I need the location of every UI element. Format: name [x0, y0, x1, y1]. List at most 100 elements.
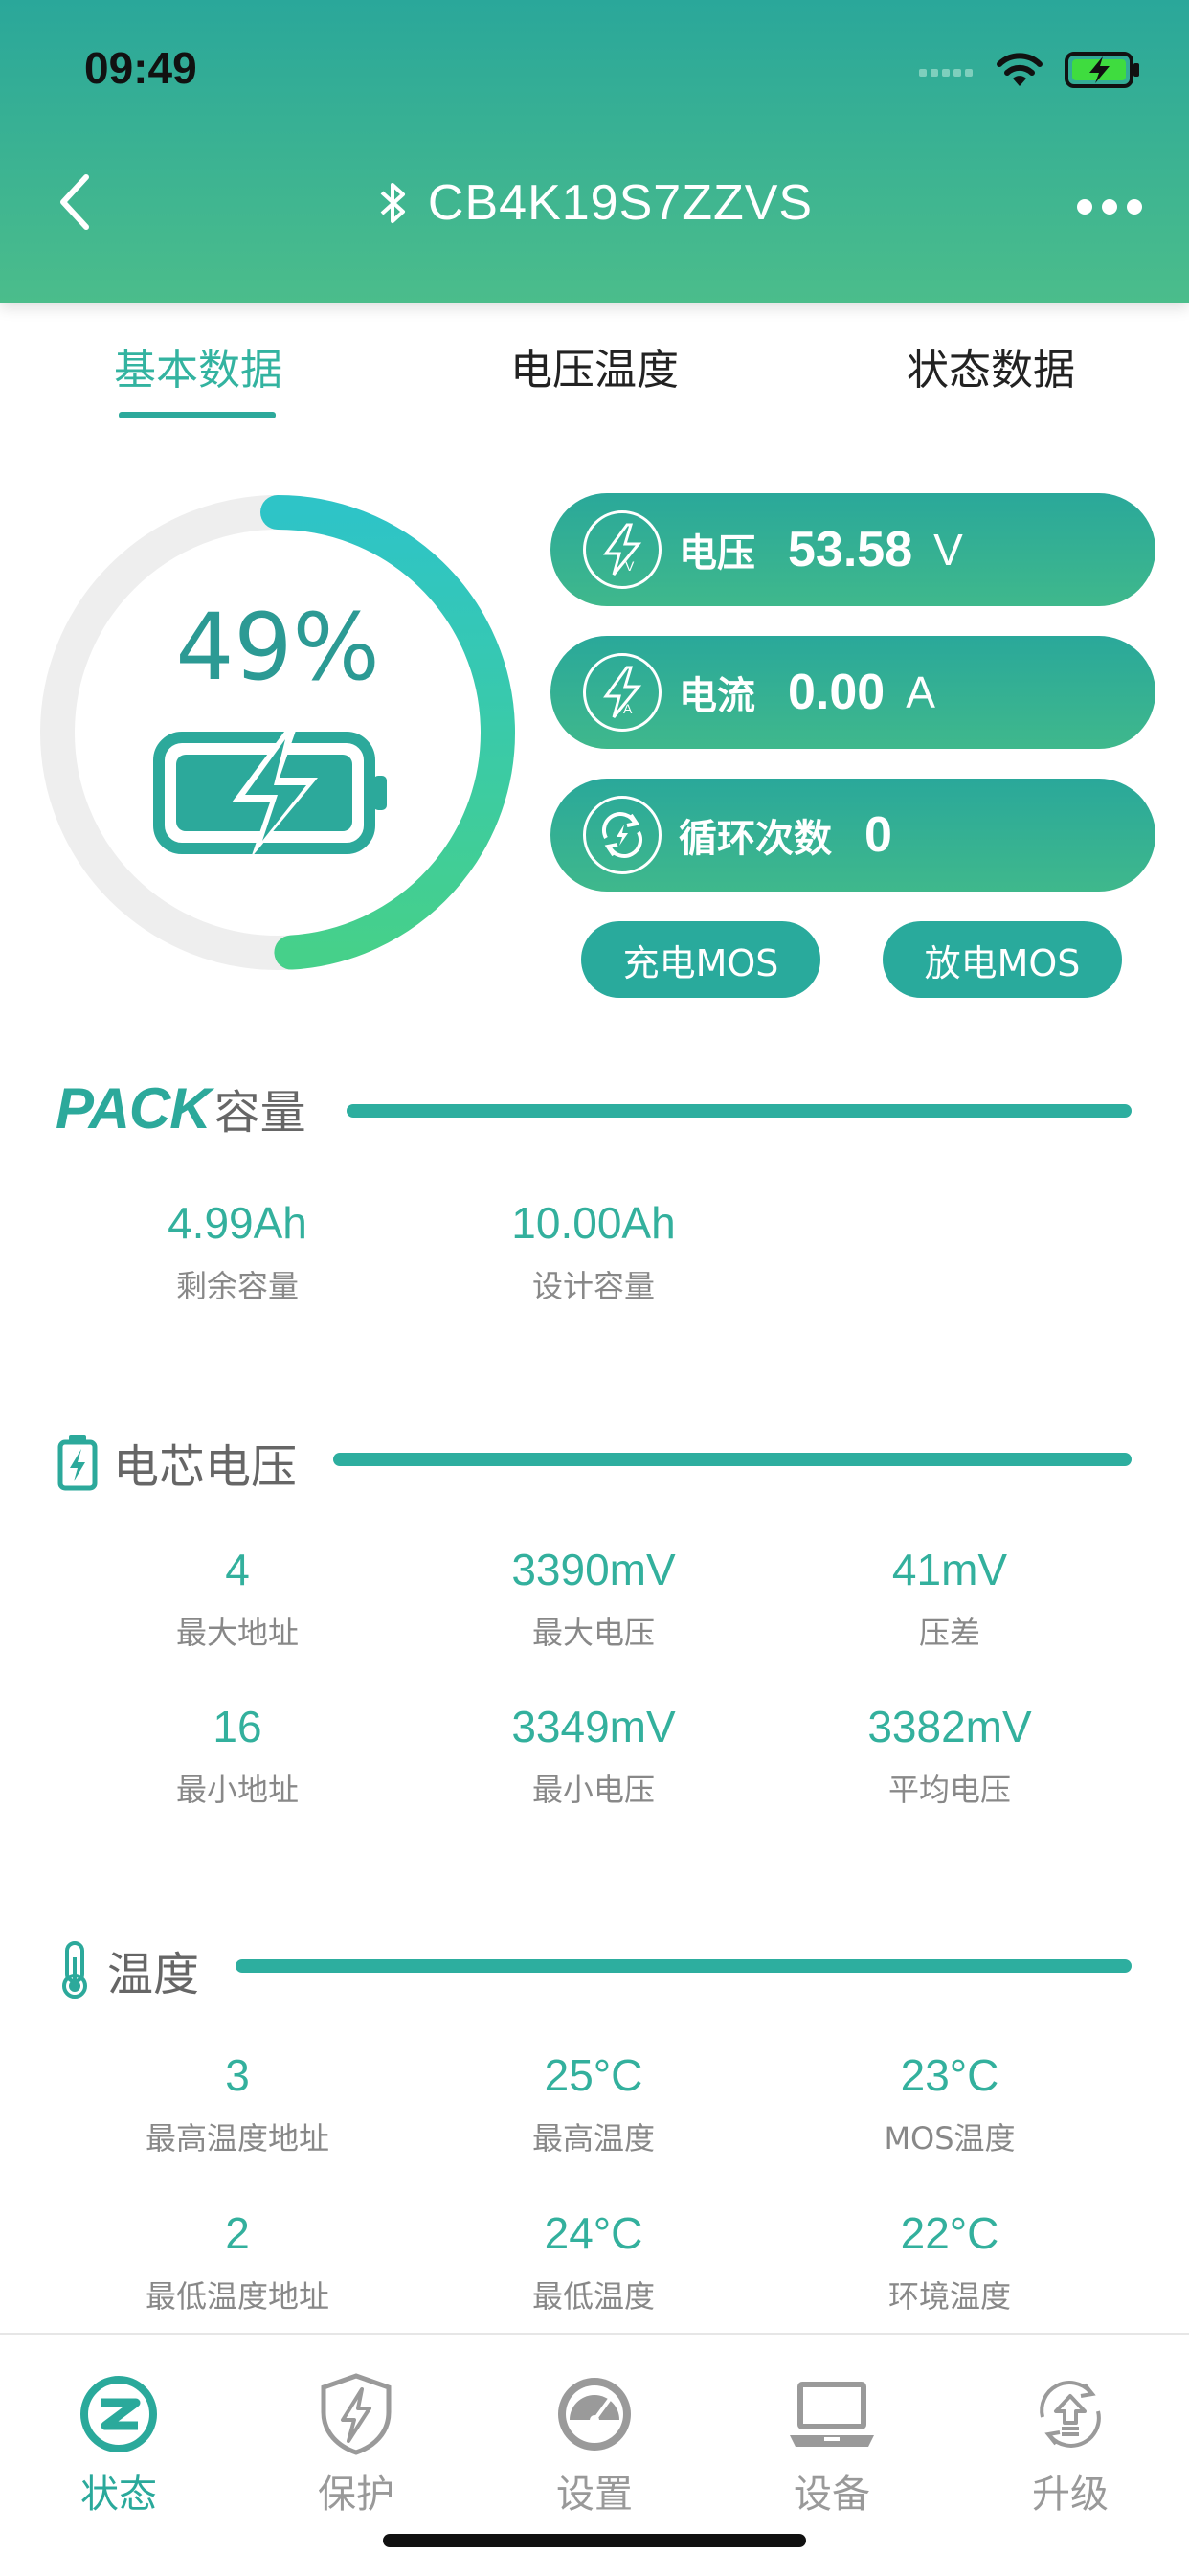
- max-temp-address-stat: 3 最高温度地址: [59, 2049, 415, 2158]
- tab-voltage-temperature[interactable]: 电压温度: [396, 316, 793, 431]
- current-unit: A: [906, 667, 935, 717]
- current-bolt-icon: A: [583, 653, 662, 732]
- device-name: CB4K19S7ZZVS: [427, 175, 814, 231]
- soc-percent: 49%: [175, 594, 380, 701]
- nav-label: 升级: [1032, 2473, 1109, 2517]
- app-header: 09:49 CB4K19S7ZZVS: [0, 0, 1189, 303]
- stat-value: 22°C: [900, 2208, 999, 2258]
- charge-mos-button[interactable]: 充电MOS: [581, 921, 820, 998]
- cell-voltage-title: 电芯电压: [113, 1440, 298, 1494]
- max-address-stat: 4 最大地址: [59, 1544, 415, 1653]
- stat-value: 23°C: [900, 2050, 999, 2100]
- shield-bolt-icon: [321, 2373, 392, 2455]
- voltage-bolt-icon: V: [583, 510, 662, 589]
- status-time: 09:49: [84, 43, 197, 93]
- svg-text:A: A: [623, 701, 633, 716]
- more-dot: [1102, 199, 1117, 215]
- stat-value: 25°C: [544, 2050, 643, 2100]
- wifi-icon: [997, 53, 1043, 86]
- current-pill: A 电流 0.00 A: [550, 636, 1155, 749]
- device-title: CB4K19S7ZZVS: [0, 174, 1189, 232]
- cell-voltage-header: 电芯电压: [56, 1429, 297, 1496]
- gauge-settings-icon: [558, 2378, 631, 2451]
- max-voltage-stat: 3390mV 最大电压: [415, 1544, 772, 1653]
- design-capacity-stat: 10.00Ah 设计容量: [415, 1197, 772, 1306]
- temperature-divider-line: [236, 1959, 1132, 1973]
- svg-text:V: V: [625, 558, 635, 574]
- battery-bolt-icon: [153, 728, 387, 858]
- stat-label: 平均电压: [887, 1772, 1011, 1808]
- temperature-header: 温度: [56, 1936, 199, 2003]
- stat-value: 3349mV: [511, 1702, 676, 1751]
- upgrade-icon: [1040, 2381, 1101, 2448]
- stat-label: 最小电压: [531, 1772, 655, 1808]
- cycle-refresh-icon: [583, 796, 662, 874]
- stat-value: 4: [225, 1545, 250, 1594]
- avg-voltage-stat: 3382mV 平均电压: [772, 1701, 1128, 1810]
- cell-voltage-divider-line: [333, 1453, 1132, 1466]
- stat-value: 4.99Ah: [168, 1198, 307, 1248]
- stat-label: 压差: [918, 1615, 980, 1651]
- active-tab-indicator: [119, 412, 276, 418]
- ambient-temp-stat: 22°C 环境温度: [772, 2207, 1128, 2316]
- min-voltage-stat: 3349mV 最小电压: [415, 1701, 772, 1810]
- nav-upgrade[interactable]: 升级: [952, 2371, 1189, 2519]
- voltage-pill: V 电压 53.58 V: [550, 493, 1155, 606]
- stat-label: 最小地址: [175, 1772, 299, 1808]
- nav-label: 保护: [318, 2473, 394, 2517]
- min-address-stat: 16 最小地址: [59, 1701, 415, 1810]
- cellular-signal-icon: [919, 69, 973, 77]
- battery-charging-icon: [1065, 52, 1139, 88]
- stat-value: 2: [225, 2208, 250, 2258]
- more-options-button[interactable]: [1068, 188, 1151, 226]
- battery-cell-icon: [57, 1435, 98, 1491]
- cycles-label: 循环次数: [679, 817, 832, 861]
- nav-protection[interactable]: 保护: [237, 2371, 475, 2519]
- laptop-icon: [790, 2382, 874, 2447]
- stat-label: 设计容量: [531, 1268, 655, 1304]
- stat-value: 24°C: [544, 2208, 643, 2258]
- stat-value: 16: [213, 1702, 262, 1751]
- nav-label: 状态: [80, 2473, 157, 2517]
- nav-label: 设备: [794, 2473, 870, 2517]
- stat-label: MOS温度: [884, 2120, 1016, 2157]
- tab-status-data[interactable]: 状态数据: [793, 316, 1189, 431]
- remaining-capacity-stat: 4.99Ah 剩余容量: [59, 1197, 415, 1306]
- thermometer-icon: [62, 1941, 87, 1999]
- stat-value: 10.00Ah: [511, 1198, 676, 1248]
- home-indicator: [383, 2534, 806, 2547]
- stat-label: 最低温度地址: [145, 2278, 329, 2315]
- current-label: 电流: [679, 674, 755, 718]
- more-dot: [1127, 199, 1142, 215]
- stat-label: 最大地址: [175, 1615, 299, 1651]
- nav-status[interactable]: 状态: [0, 2371, 237, 2519]
- stat-value: 3: [225, 2050, 250, 2100]
- max-temp-stat: 25°C 最高温度: [415, 2049, 772, 2158]
- pack-title: 容量: [213, 1086, 306, 1140]
- status-indicators: [919, 48, 1141, 92]
- stat-value: 3390mV: [511, 1545, 676, 1594]
- more-dot: [1077, 199, 1092, 215]
- stat-label: 剩余容量: [175, 1268, 299, 1304]
- temperature-title: 温度: [107, 1948, 200, 2001]
- stat-label: 最高温度: [531, 2120, 655, 2157]
- voltage-label: 电压: [679, 531, 755, 576]
- min-temp-stat: 24°C 最低温度: [415, 2207, 772, 2316]
- voltage-unit: V: [933, 525, 963, 575]
- discharge-mos-button[interactable]: 放电MOS: [883, 921, 1122, 998]
- min-temp-address-stat: 2 最低温度地址: [59, 2207, 415, 2316]
- stat-label: 最大电压: [531, 1615, 655, 1651]
- cycles-pill: 循环次数 0: [550, 779, 1155, 892]
- voltage-value: 53.58: [788, 522, 913, 577]
- nav-label: 设置: [556, 2473, 633, 2517]
- nav-device[interactable]: 设备: [713, 2371, 951, 2519]
- bluetooth-icon: [380, 183, 405, 223]
- cycles-value: 0: [864, 807, 892, 863]
- nav-settings[interactable]: 设置: [476, 2371, 713, 2519]
- pack-divider-line: [347, 1104, 1132, 1118]
- stat-label: 最低温度: [531, 2278, 655, 2315]
- stat-label: 最高温度地址: [145, 2120, 329, 2157]
- current-value: 0.00: [788, 665, 886, 720]
- mos-temp-stat: 23°C MOS温度: [772, 2049, 1128, 2158]
- voltage-diff-stat: 41mV 压差: [772, 1544, 1128, 1653]
